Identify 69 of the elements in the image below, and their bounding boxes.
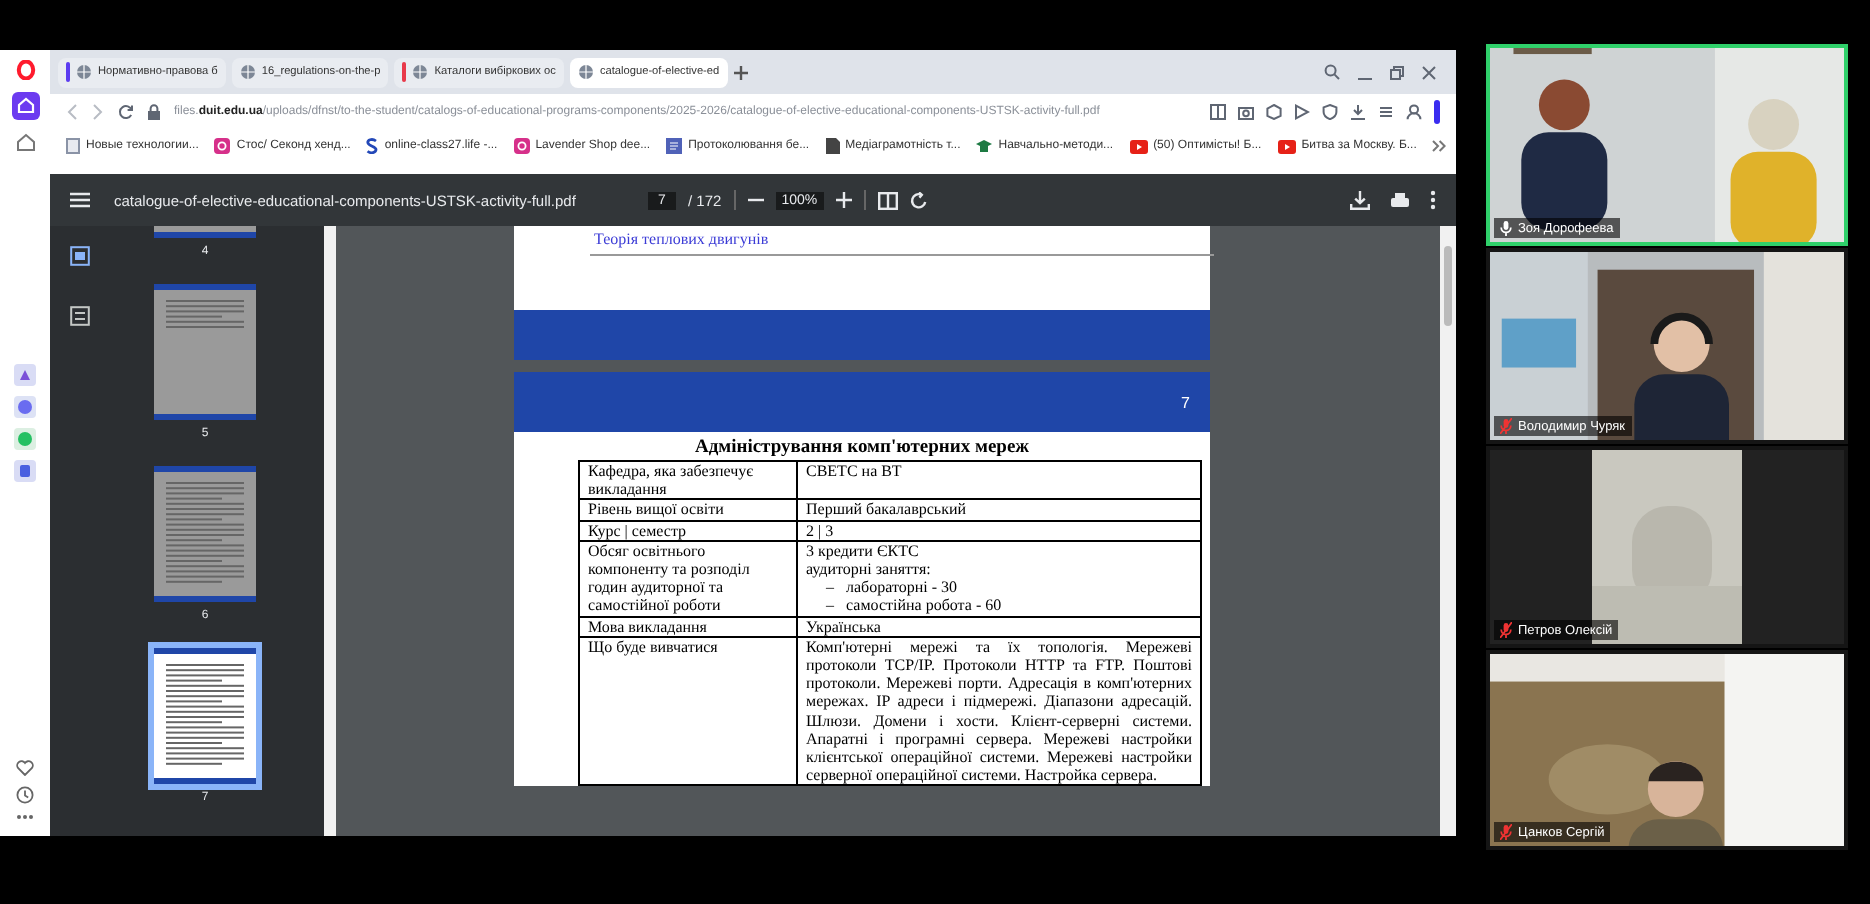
- reload-icon[interactable]: [118, 104, 134, 120]
- home-icon[interactable]: [11, 92, 39, 120]
- print-icon[interactable]: [1390, 191, 1410, 209]
- outline-icon[interactable]: [70, 306, 90, 326]
- page-icon: [66, 138, 80, 154]
- camera-icon: [214, 138, 231, 154]
- file-icon: [825, 138, 840, 154]
- page-thumbnail[interactable]: [154, 284, 256, 420]
- table-cell: Рівень вищої освіти: [579, 499, 797, 521]
- cube-icon[interactable]: [1266, 104, 1282, 120]
- muted-microphone-icon: [1500, 622, 1512, 638]
- table-cell: Курс | семестр: [579, 520, 797, 541]
- download-icon[interactable]: [1350, 104, 1366, 120]
- more-icon[interactable]: [16, 814, 34, 820]
- heart-icon[interactable]: [16, 760, 34, 776]
- play-icon: [1129, 139, 1148, 153]
- table-cell: 2 | 3: [797, 520, 1201, 541]
- table-cell: Кафедра, яка забезпечує викладання: [579, 461, 797, 500]
- zoom-in-icon[interactable]: [835, 192, 852, 208]
- globe-icon[interactable]: [239, 64, 256, 80]
- fit-page-icon[interactable]: [877, 191, 898, 209]
- close-icon[interactable]: [1422, 65, 1436, 79]
- lock-icon: [148, 104, 160, 120]
- restore-icon[interactable]: [1390, 65, 1404, 79]
- table-cell: Що буде вивчатися: [579, 636, 797, 786]
- chevron-icon[interactable]: [1432, 140, 1447, 152]
- page-thumbnail[interactable]: [154, 466, 256, 602]
- globe-icon[interactable]: [412, 64, 429, 80]
- play-icon[interactable]: [1294, 104, 1310, 120]
- search-icon[interactable]: [1324, 64, 1340, 80]
- clock-icon[interactable]: [16, 786, 34, 804]
- cell-text: 3 кредити ЄКТС: [806, 541, 921, 561]
- table-cell: Комп'ютерні мережі та їх топологія. Мережеві протоколи TCP/IP. Протоколи HTTP та FTP. Поштові протоколи. Мережеві порти. Адресація в комп'ютерних мережах. IP адреси і підмережі. Діапазони адресацій. Шлюзи. Домени і хости. Клієнт-серверні системи. Апаратні і програмні сервера. Мережеві настройки клієнтської операційної системи. Мережеві настройки серверної операційної системи. Настройка сервера.: [797, 636, 1201, 786]
- globe-icon[interactable]: [577, 64, 594, 80]
- muted-microphone-icon: [1500, 824, 1512, 840]
- sidebar-toggle-icon[interactable]: [1434, 100, 1440, 124]
- page-thumbnail[interactable]: [154, 648, 256, 784]
- microphone-icon: [1500, 220, 1512, 236]
- new-tab-icon[interactable]: [733, 65, 748, 79]
- page-thumbnail[interactable]: [154, 226, 256, 238]
- rotate-icon[interactable]: [909, 191, 928, 209]
- table-cell: Мова викладання: [579, 616, 797, 637]
- camera-icon[interactable]: [1238, 104, 1254, 120]
- reader-icon[interactable]: [1210, 104, 1226, 120]
- letter-s-icon: [366, 138, 379, 154]
- page-number: 7: [1181, 393, 1190, 411]
- shield-icon[interactable]: [1322, 104, 1338, 120]
- play-icon: [1277, 139, 1296, 153]
- profile-icon[interactable]: [1406, 104, 1422, 120]
- app-icon[interactable]: [14, 364, 36, 386]
- table-cell: СВЕТС на ВТ: [797, 461, 1201, 500]
- list-item: – лабораторні - 30: [824, 578, 960, 597]
- document-title: Адміністрування комп'ютерних мереж: [694, 438, 1030, 460]
- app-icon[interactable]: [14, 460, 36, 482]
- table-cell: Українська: [797, 616, 1201, 637]
- muted-microphone-icon: [1500, 418, 1512, 434]
- house-icon[interactable]: [15, 132, 35, 152]
- globe-icon[interactable]: [76, 64, 92, 80]
- thumbnails-icon[interactable]: [70, 246, 90, 266]
- cell-text: аудиторні заняття:: [806, 560, 933, 579]
- link-text[interactable]: Теорія теплових двигунів: [514, 230, 769, 248]
- more-icon[interactable]: [1430, 190, 1436, 210]
- opera-logo-icon[interactable]: [15, 60, 35, 80]
- document-icon: [666, 138, 683, 154]
- table-cell: Обсяг освітнього компоненту та розподіл годин аудиторної та самостійної роботи: [579, 540, 797, 617]
- camera-icon: [513, 138, 530, 154]
- menu-icon[interactable]: [1378, 104, 1394, 120]
- table-cell: Перший бакалаврський: [797, 499, 1201, 521]
- list-item: – самостійна робота - 60: [824, 596, 1004, 616]
